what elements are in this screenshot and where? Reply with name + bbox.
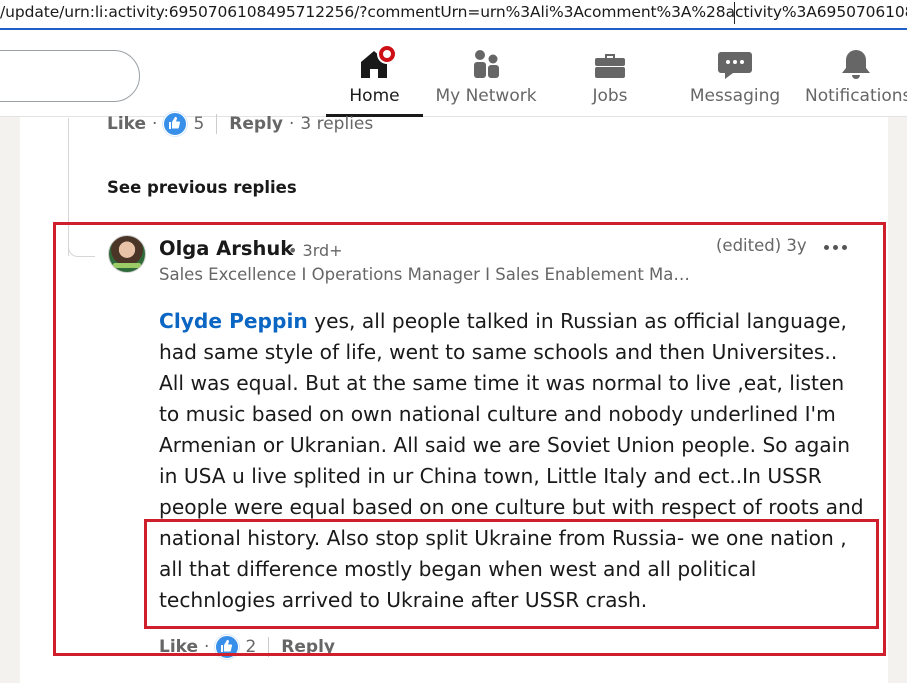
like-count[interactable]: 5 [193, 114, 204, 134]
nav-label: Jobs [592, 86, 628, 106]
nav-jobs[interactable]: Jobs [570, 40, 650, 117]
like-button[interactable]: Like [107, 114, 146, 134]
like-reaction-icon[interactable] [163, 112, 188, 136]
text-caret [734, 2, 735, 24]
divider [216, 114, 218, 134]
separator: · [288, 114, 295, 134]
nav-notifications[interactable]: Notifications [805, 40, 907, 117]
nav-my-network[interactable]: My Network [430, 40, 542, 117]
search-input[interactable] [0, 50, 140, 102]
url-text[interactable]: /update/urn:li:activity:6950706108495712… [0, 3, 907, 21]
nav-label: My Network [435, 86, 537, 106]
separator: · [152, 114, 158, 134]
nav-label: Home [349, 86, 400, 106]
nav-label: Messaging [689, 86, 781, 106]
bell-icon [836, 44, 876, 84]
nav-home[interactable]: Home [326, 40, 423, 117]
global-nav: Home My Network Jobs Messaging Notificat… [0, 30, 907, 117]
briefcase-icon [590, 44, 630, 84]
home-icon [355, 44, 397, 84]
chat-icon [715, 44, 755, 84]
nav-label: Notifications [805, 86, 907, 106]
replies-count[interactable]: 3 replies [300, 114, 373, 134]
previous-comment-actions: Like · 5 Reply · 3 replies [107, 112, 373, 136]
network-icon [466, 44, 506, 84]
see-previous-replies-button[interactable]: See previous replies [107, 178, 297, 197]
reply-button[interactable]: Reply [229, 114, 283, 134]
annotation-box-excerpt [144, 519, 879, 629]
address-bar[interactable]: /update/urn:li:activity:6950706108495712… [0, 0, 907, 30]
notification-dot [376, 44, 397, 64]
nav-messaging[interactable]: Messaging [688, 40, 782, 117]
